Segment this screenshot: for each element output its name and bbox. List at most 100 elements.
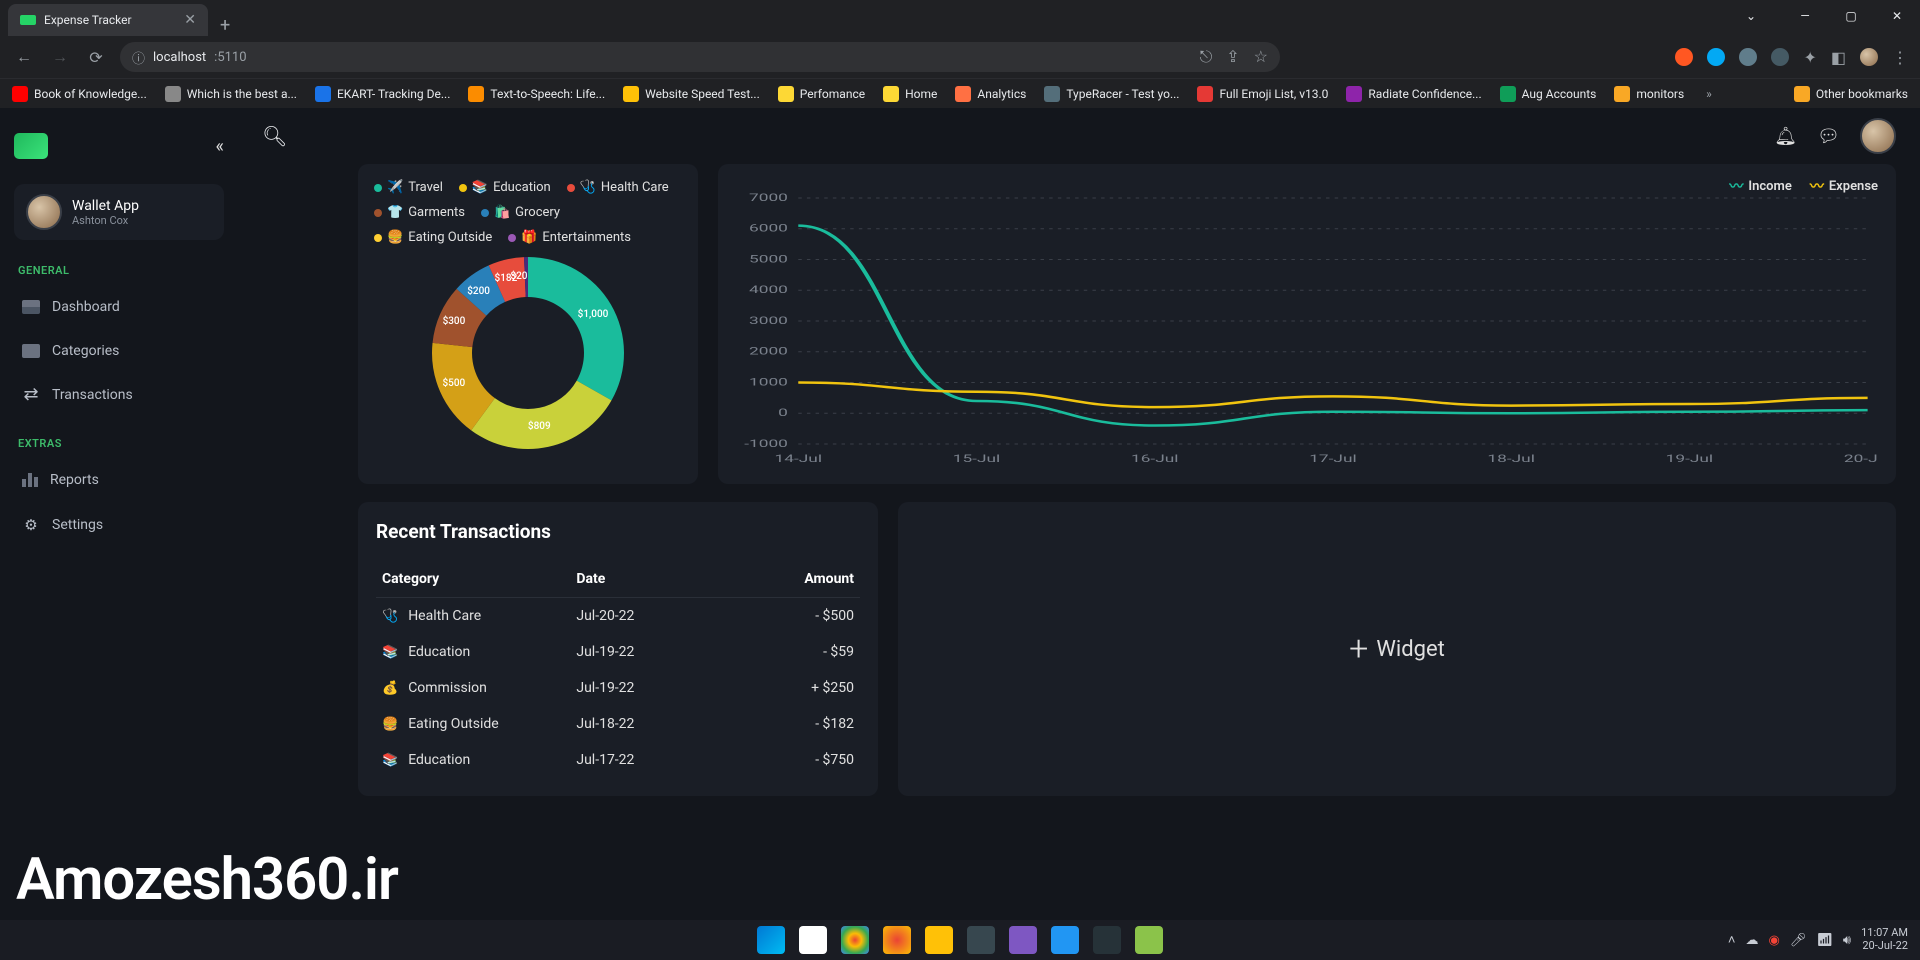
bookmark-item[interactable]: TypeRacer - Test yo...: [1044, 86, 1179, 102]
legend-item[interactable]: 📚 Education: [459, 180, 551, 195]
bookmark-item[interactable]: monitors: [1614, 86, 1684, 102]
bookmark-item[interactable]: Which is the best a...: [165, 86, 297, 102]
avatar-button[interactable]: [1860, 118, 1896, 154]
cloud-icon[interactable]: ☁: [1746, 933, 1759, 948]
tray-app-icon[interactable]: ◉: [1769, 933, 1780, 948]
address-bar[interactable]: ⓘ localhost:5110 ⎋ ⇪ ☆: [120, 42, 1280, 72]
table-row[interactable]: 📚EducationJul-17-22- $750: [376, 742, 860, 778]
nav-transactions[interactable]: ⇄ Transactions: [14, 377, 224, 413]
star-icon[interactable]: ☆: [1254, 47, 1268, 67]
tray-chevron-icon[interactable]: ˄: [1728, 932, 1736, 948]
close-window-button[interactable]: ✕: [1874, 0, 1920, 32]
bookmark-item[interactable]: Radiate Confidence...: [1346, 86, 1481, 102]
bookmark-item[interactable]: Perfomance: [778, 86, 865, 102]
close-icon[interactable]: ✕: [184, 12, 196, 28]
wifi-icon[interactable]: 📶︎: [1816, 933, 1833, 948]
donut-slice[interactable]: [528, 257, 624, 400]
nav-settings[interactable]: ⚙ Settings: [14, 506, 224, 544]
table-row[interactable]: 💰CommissionJul-19-22+ $250: [376, 670, 860, 706]
minimize-button[interactable]: —: [1782, 0, 1828, 32]
ext-icon[interactable]: [1675, 48, 1693, 66]
tab-title: Expense Tracker: [44, 13, 176, 27]
line-series[interactable]: [798, 383, 1867, 408]
donut-slice[interactable]: [471, 381, 611, 449]
table-row[interactable]: 📚EducationJul-19-22- $59: [376, 634, 860, 670]
legend-label: Education: [493, 180, 551, 195]
transactions-title: Recent Transactions: [376, 520, 860, 543]
start-icon[interactable]: [757, 926, 785, 954]
x-tick-label: 19-Jul: [1666, 454, 1714, 465]
plus-icon: +: [1349, 629, 1368, 669]
menu-icon[interactable]: ⋮: [1892, 48, 1908, 67]
table-row[interactable]: 🩺Health CareJul-20-22- $500: [376, 598, 860, 634]
translate-icon[interactable]: ⎋: [1200, 47, 1213, 67]
tray-clock[interactable]: 11:07 AM 20-Jul-22: [1861, 927, 1908, 952]
clock-icon[interactable]: [967, 926, 995, 954]
legend-item[interactable]: 👕 Garments: [374, 205, 465, 220]
bookmark-item[interactable]: Full Emoji List, v13.0: [1197, 86, 1328, 102]
nav-label: Settings: [52, 517, 103, 533]
chrome-icon[interactable]: [841, 926, 869, 954]
legend-item[interactable]: ✈️ Travel: [374, 180, 443, 195]
search-icon[interactable]: 🔍︎: [262, 124, 287, 148]
reload-button[interactable]: ⟳: [84, 48, 108, 67]
nav-categories[interactable]: Categories: [14, 333, 224, 369]
x-tick-label: 17-Jul: [1309, 454, 1357, 465]
chevron-down-icon[interactable]: ⌄: [1728, 0, 1774, 32]
bell-icon[interactable]: 🔔︎: [1774, 126, 1797, 147]
bookmark-item[interactable]: Analytics: [955, 86, 1026, 102]
user-name: Ashton Cox: [72, 214, 139, 227]
bookmark-item[interactable]: Text-to-Speech: Life...: [468, 86, 605, 102]
task-app-icon[interactable]: [1135, 926, 1163, 954]
bookmark-item[interactable]: EKART- Tracking De...: [315, 86, 450, 102]
y-tick-label: 2000: [749, 346, 788, 357]
add-widget-button[interactable]: + Widget: [898, 502, 1896, 796]
extension-icons: ✦ ◧ ⋮: [1675, 48, 1908, 67]
legend-item[interactable]: 🎁 Entertainments: [508, 230, 631, 245]
browser-tab[interactable]: Expense Tracker ✕: [8, 4, 208, 36]
new-tab-button[interactable]: +: [208, 15, 242, 36]
bookmark-favicon-icon: [1346, 86, 1362, 102]
nav-reports[interactable]: Reports: [14, 462, 224, 498]
share-icon[interactable]: ⇪: [1226, 47, 1239, 67]
ext-icon[interactable]: [1771, 48, 1789, 66]
mic-icon[interactable]: 🎤︎: [1790, 933, 1807, 948]
ext-icon[interactable]: [1739, 48, 1757, 66]
canary-icon[interactable]: [883, 926, 911, 954]
back-button[interactable]: ←: [12, 47, 36, 67]
forward-button[interactable]: →: [48, 47, 72, 67]
task-app-icon[interactable]: [799, 926, 827, 954]
bookmark-overflow-icon[interactable]: »: [1706, 87, 1712, 101]
nav-label: Dashboard: [52, 299, 120, 315]
legend-item[interactable]: 🩺 Health Care: [567, 180, 669, 195]
maximize-button[interactable]: ▢: [1828, 0, 1874, 32]
sidepanel-icon[interactable]: ◧: [1831, 48, 1846, 67]
chat-icon[interactable]: 💬︎: [1817, 126, 1840, 147]
task-app-icon[interactable]: [1051, 926, 1079, 954]
legend-item[interactable]: 🛍️ Grocery: [481, 205, 560, 220]
bookmark-item[interactable]: Aug Accounts: [1500, 86, 1597, 102]
legend-label: Entertainments: [542, 230, 631, 245]
nav-dashboard[interactable]: Dashboard: [14, 289, 224, 325]
y-tick-label: 6000: [749, 223, 788, 234]
taskbar: ˄ ☁ ◉ 🎤︎ 📶︎ 🔊︎ 11:07 AM 20-Jul-22: [0, 920, 1920, 960]
table-row[interactable]: 🍔Eating OutsideJul-18-22- $182: [376, 706, 860, 742]
bookmark-item[interactable]: Book of Knowledge...: [12, 86, 147, 102]
col-date: Date: [576, 571, 715, 587]
task-app-icon[interactable]: [1093, 926, 1121, 954]
legend-item[interactable]: 🍔 Eating Outside: [374, 230, 492, 245]
volume-icon[interactable]: 🔊︎: [1843, 933, 1851, 948]
collapse-sidebar-button[interactable]: «: [216, 136, 224, 157]
site-info-icon[interactable]: ⓘ: [132, 48, 145, 67]
bookmark-item[interactable]: Home: [883, 86, 937, 102]
vs-icon[interactable]: [1009, 926, 1037, 954]
bookmark-item[interactable]: Website Speed Test...: [623, 86, 760, 102]
other-bookmarks[interactable]: Other bookmarks: [1794, 86, 1908, 102]
extensions-icon[interactable]: ✦: [1803, 48, 1816, 67]
tab-favicon-icon: [20, 15, 36, 25]
user-card[interactable]: Wallet App Ashton Cox: [14, 184, 224, 240]
explorer-icon[interactable]: [925, 926, 953, 954]
profile-icon[interactable]: [1860, 48, 1878, 66]
ext-icon[interactable]: [1707, 48, 1725, 66]
section-extras: EXTRAS: [14, 437, 224, 450]
